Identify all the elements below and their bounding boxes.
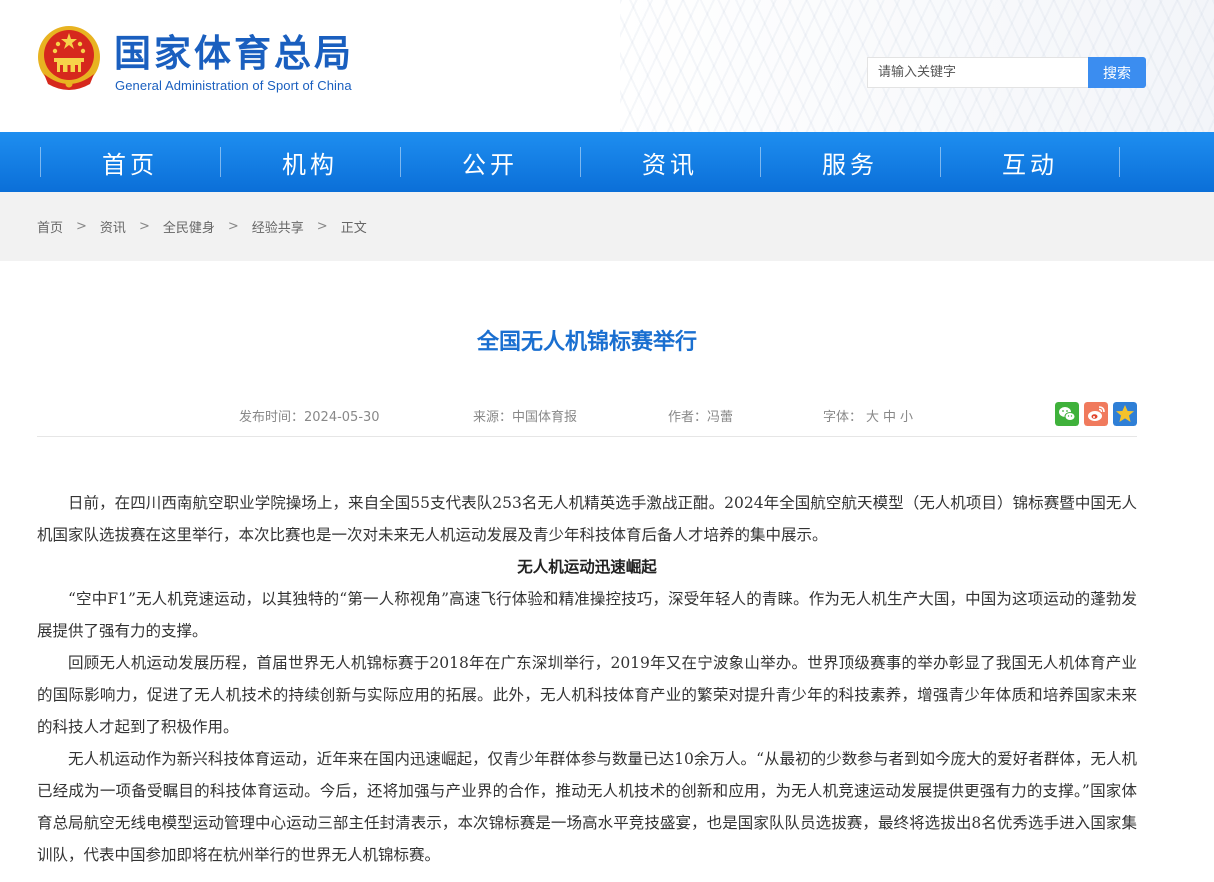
nav-item-news[interactable]: 资讯: [580, 132, 760, 192]
main-nav: 首页 机构 公开 资讯 服务 互动: [0, 132, 1214, 192]
nav-separator: [400, 147, 401, 177]
weibo-icon[interactable]: [1084, 402, 1108, 426]
article-paragraph: 日前，在四川西南航空职业学院操场上，来自全国55支代表队253名无人机精英选手激…: [37, 494, 1137, 544]
meta-divider: [37, 436, 1137, 437]
breadcrumb-bar: 首页 > 资讯 > 全民健身 > 经验共享 > 正文: [0, 192, 1214, 261]
font-size-label: 字体：: [823, 410, 863, 425]
nav-separator: [1119, 147, 1120, 177]
article-paragraph: 无人机运动作为新兴科技体育运动，近年来在国内迅速崛起，仅青少年群体参与数量已达1…: [37, 750, 1137, 864]
article-body: 日前，在四川西南航空职业学院操场上，来自全国55支代表队253名无人机精英选手激…: [37, 487, 1137, 871]
nav-item-interaction[interactable]: 互动: [940, 132, 1120, 192]
article-paragraph: “空中F1”无人机竞速运动，以其独特的“第一人称视角”高速飞行体验和精准操控技巧…: [37, 590, 1137, 640]
nav-item-public[interactable]: 公开: [400, 132, 580, 192]
breadcrumb-separator: >: [316, 219, 328, 234]
breadcrumb-fitness[interactable]: 全民健身: [163, 217, 215, 236]
nav-item-services[interactable]: 服务: [760, 132, 940, 192]
breadcrumb-separator: >: [227, 219, 239, 234]
article-paragraph: 回顾无人机运动发展历程，首届世界无人机锦标赛于2018年在广东深圳举行，2019…: [37, 654, 1137, 736]
breadcrumb-current: 正文: [340, 221, 367, 236]
font-size-control: 字体：大中小: [823, 406, 913, 425]
breadcrumb-experience[interactable]: 经验共享: [252, 217, 304, 236]
nav-separator: [760, 147, 761, 177]
breadcrumb: 首页 > 资讯 > 全民健身 > 经验共享 > 正文: [37, 192, 367, 261]
search-button[interactable]: 搜索: [1088, 57, 1146, 88]
nav-item-institutions[interactable]: 机构: [220, 132, 400, 192]
font-size-small[interactable]: 小: [900, 410, 913, 425]
favorite-icon[interactable]: [1113, 402, 1137, 426]
wechat-icon[interactable]: [1055, 402, 1079, 426]
national-emblem-icon[interactable]: [36, 24, 102, 92]
breadcrumb-news[interactable]: 资讯: [100, 217, 126, 236]
nav-separator: [580, 147, 581, 177]
breadcrumb-separator: >: [76, 219, 87, 234]
article-author: 作者：冯蕾: [668, 410, 734, 425]
site-title[interactable]: 国家体育总局: [114, 32, 354, 76]
breadcrumb-separator: >: [138, 219, 150, 234]
breadcrumb-home[interactable]: 首页: [37, 217, 63, 236]
publish-time: 发布时间：2024-05-30: [239, 410, 380, 425]
nav-separator: [220, 147, 221, 177]
nav-separator: [940, 147, 941, 177]
font-size-large[interactable]: 大: [866, 410, 879, 425]
font-size-medium[interactable]: 中: [883, 410, 896, 425]
nav-item-home[interactable]: 首页: [40, 132, 220, 192]
search-input[interactable]: [867, 57, 1089, 88]
site-header: 国家体育总局 General Administration of Sport o…: [0, 0, 1214, 132]
article-title: 全国无人机锦标赛举行: [476, 330, 697, 355]
article-source: 来源：中国体育报: [473, 410, 578, 425]
article-subheading: 无人机运动迅速崛起: [517, 557, 657, 576]
site-subtitle: General Administration of Sport of China: [115, 78, 352, 93]
